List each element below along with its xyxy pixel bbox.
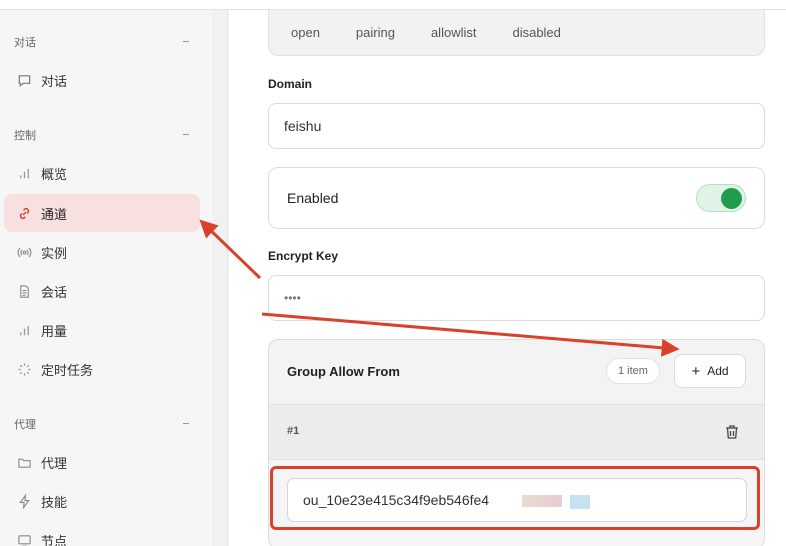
sidebar-item-skills[interactable]: 技能 <box>4 482 200 520</box>
sidebar-item-sessions[interactable]: 会话 <box>4 272 200 310</box>
loader-icon <box>16 361 32 377</box>
item-count-badge: 1 item <box>606 358 660 384</box>
link-icon <box>16 205 32 221</box>
section-title-agent: 代理 <box>14 418 36 431</box>
domain-input[interactable]: feishu <box>268 103 765 149</box>
lightning-icon <box>16 493 32 509</box>
collapse-chat-icon[interactable] <box>183 41 189 42</box>
add-item-button[interactable]: + Add <box>674 354 746 388</box>
sidebar-item-channels[interactable]: 通道 <box>4 194 200 232</box>
policy-option-open[interactable]: open <box>291 25 320 40</box>
section-title-chat: 对话 <box>14 36 36 49</box>
enabled-label: Enabled <box>287 190 339 206</box>
sidebar-item-label: 概览 <box>41 167 68 183</box>
sidebar-item-label: 用量 <box>41 324 68 340</box>
policy-option-allowlist[interactable]: allowlist <box>431 25 477 40</box>
plus-icon: + <box>691 362 701 380</box>
add-button-label: Add <box>707 364 729 378</box>
sidebar-item-label: 通道 <box>41 207 68 223</box>
enabled-toggle[interactable] <box>696 184 746 212</box>
group-allow-from-title: Group Allow From <box>287 364 400 379</box>
highlight-box <box>270 466 760 530</box>
list-item-header: #1 <box>269 404 764 460</box>
monitor-icon <box>16 532 32 546</box>
bar-chart-icon <box>16 165 32 181</box>
item-index: #1 <box>287 425 300 437</box>
encrypt-key-input[interactable]: •••• <box>268 275 765 321</box>
collapse-agent-icon[interactable] <box>183 423 189 424</box>
policy-options: open pairing allowlist disabled <box>268 10 765 56</box>
sidebar-item-scheduled-tasks[interactable]: 定时任务 <box>4 350 200 388</box>
sidebar-item-overview[interactable]: 概览 <box>4 154 200 192</box>
sidebar-item-label: 会话 <box>41 285 68 301</box>
toggle-knob <box>721 188 742 209</box>
sidebar-item-instances[interactable]: 实例 <box>4 233 200 271</box>
sidebar-item-label: 实例 <box>41 246 68 262</box>
document-icon <box>16 283 32 299</box>
sidebar-item-usage[interactable]: 用量 <box>4 311 200 349</box>
sidebar-item-label: 代理 <box>41 456 68 472</box>
policy-option-pairing[interactable]: pairing <box>356 25 395 40</box>
encrypt-key-label: Encrypt Key <box>268 249 339 263</box>
sidebar: 对话 对话 控制 概览 通道 实例 会话 用量 定时任务 代理 代理 技能 节点 <box>0 10 212 546</box>
domain-label: Domain <box>268 77 313 91</box>
section-title-control: 控制 <box>14 129 36 142</box>
top-border <box>0 0 786 10</box>
sidebar-item-label: 节点 <box>41 534 68 546</box>
sidebar-item-chat[interactable]: 对话 <box>4 61 200 99</box>
trash-icon[interactable] <box>723 423 741 441</box>
chat-icon <box>16 72 32 88</box>
collapse-control-icon[interactable] <box>183 134 189 135</box>
sidebar-item-label: 对话 <box>41 74 68 90</box>
policy-option-disabled[interactable]: disabled <box>512 25 560 40</box>
sidebar-item-label: 技能 <box>41 495 68 511</box>
bar-chart-icon <box>16 322 32 338</box>
broadcast-icon <box>16 244 32 260</box>
sidebar-item-agents[interactable]: 代理 <box>4 443 200 481</box>
sidebar-item-label: 定时任务 <box>41 363 94 379</box>
sidebar-divider <box>212 10 228 546</box>
folder-icon <box>16 454 32 470</box>
sidebar-item-nodes[interactable]: 节点 <box>4 521 200 546</box>
enabled-card: Enabled <box>268 167 765 229</box>
